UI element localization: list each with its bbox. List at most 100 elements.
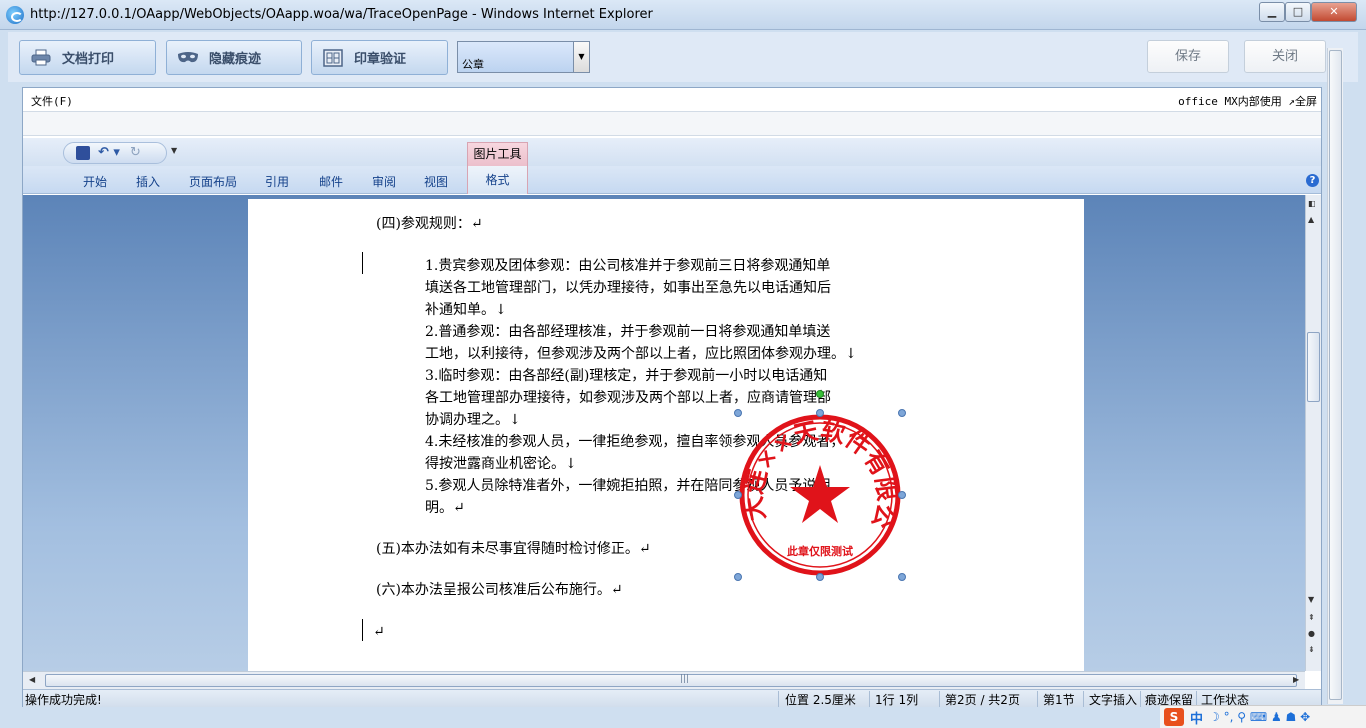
horizontal-scroll-thumb[interactable]: ||| [45,674,1297,687]
printer-icon [30,49,52,67]
tab-home[interactable]: 开始 [83,173,107,190]
print-document-label: 文档打印 [62,52,115,67]
help-icon[interactable]: ? [1306,174,1319,187]
scroll-down-arrow-icon[interactable]: ▼ [1308,595,1314,604]
list-line: 1.贵宾参观及团体参观：由公司核准并于参观前三日将参观通知单 [425,258,831,274]
save-disk-icon[interactable] [76,146,90,160]
status-insert-mode: 文字插入 [1089,693,1138,707]
dropdown-arrow-icon[interactable]: ▼ [573,42,589,72]
resize-handle[interactable] [734,409,742,417]
ribbon-title-strip: ↶ ▾ ↻ ▼ 图片工具 [23,138,1321,166]
office-frame: 文件(F) office MX内部使用 ↗全屏 ↶ ▾ ↻ ▼ 图片工具 开始 … [22,87,1322,707]
list-line: 2.普通参观：由各部经理核准，并于参观前一日将参观通知单填送 [425,324,831,340]
fullscreen-button[interactable]: ↗全屏 [1288,95,1317,108]
status-separator [1140,691,1141,707]
window-title: http://127.0.0.1/OAapp/WebObjects/OAapp.… [30,7,653,22]
seal-icon [322,48,344,67]
window-scroll-thumb[interactable] [1329,50,1342,700]
list-line: 协调办理之。↓ [425,412,521,428]
status-line-col: 1行 1列 [875,693,919,707]
close-button[interactable]: 关闭 [1244,40,1326,73]
status-separator [869,691,870,707]
scroll-right-arrow-icon[interactable]: ▶ [1293,675,1299,684]
tab-insert[interactable]: 插入 [136,173,160,190]
tab-view[interactable]: 视图 [424,173,448,190]
scroll-up-arrow-icon[interactable]: ▲ [1308,215,1314,224]
hide-trace-label: 隐藏痕迹 [209,52,262,67]
document-vertical-scrollbar[interactable]: ◧ ▲ ▼ ⇞ ● ⇟ [1305,195,1321,671]
rotate-handle[interactable] [816,390,824,398]
vertical-scroll-thumb[interactable] [1307,332,1320,402]
file-menu[interactable]: 文件(F) [31,93,73,109]
print-document-button[interactable]: 文档打印 [19,40,156,75]
status-separator [778,691,779,707]
heading-amend: (五)本办法如有未尽事宜得随时检讨修正。↵ [376,541,651,557]
status-separator [939,691,940,707]
seal-verify-label: 印章验证 [354,52,407,67]
list-line: 填送各工地管理部门，以凭办理接待，如事出至急先以电话通知后 [425,280,831,296]
office-blank-bar [23,112,1321,136]
status-page: 第2页 / 共2页 [945,693,1020,707]
ime-language-toggle[interactable]: 中 [1190,708,1203,727]
prev-page-icon[interactable]: ⇞ [1308,613,1315,622]
document-page[interactable]: (四)参观规则：↵ 1.贵宾参观及团体参观：由公司核准并于参观前三日将参观通知单… [248,199,1084,671]
hide-trace-button[interactable]: 隐藏痕迹 [166,40,302,75]
next-page-icon[interactable]: ⇟ [1308,645,1315,654]
tab-format[interactable]: 格式 [467,166,528,194]
qat-customize-icon[interactable]: ▼ [171,146,177,155]
seal-type-select[interactable]: 公章 ▼ [457,41,590,73]
resize-handle[interactable] [898,573,906,581]
browse-object-icon[interactable]: ● [1308,629,1315,638]
text-cursor [362,252,363,274]
resize-handle[interactable] [734,491,742,499]
close-window-button[interactable]: ✕ [1311,2,1357,22]
picture-tools-header: 图片工具 [467,142,528,166]
window-titlebar: http://127.0.0.1/OAapp/WebObjects/OAapp.… [0,0,1366,30]
list-line: 3.临时参观：由各部经(副)理核定，并于参观前一小时以电话通知 [425,368,828,384]
office-info: office MX内部使用 ↗全屏 [1178,93,1317,109]
app-toolbar: 文档打印 隐藏痕迹 印章验证 公章 ▼ 保存 关闭 [8,32,1358,82]
resize-handle[interactable] [816,573,824,581]
document-workspace: (四)参观规则：↵ 1.贵宾参观及团体参观：由公司核准并于参观前三日将参观通知单… [23,195,1305,671]
status-message: 操作成功完成! [25,693,102,707]
scroll-grip-icon: ||| [680,674,690,684]
tab-review[interactable]: 审阅 [372,173,396,190]
document-horizontal-scrollbar[interactable]: ◀ ||| ▶ [23,671,1305,689]
sogou-logo-icon[interactable]: S [1164,708,1184,726]
redo-icon[interactable]: ↻ [130,145,141,160]
maximize-button[interactable]: □ [1285,2,1311,22]
window-vertical-scrollbar[interactable] [1327,48,1343,704]
list-line: 得按泄露商业机密论。↓ [425,456,577,472]
save-button[interactable]: 保存 [1147,40,1229,73]
list-line: 工地，以利接待，但参观涉及两个部以上者，应比照团体参观办理。↓ [425,346,857,362]
paragraph-cursor [362,619,363,641]
undo-icon[interactable]: ↶ ▾ [98,145,120,160]
status-section: 第1节 [1043,693,1075,707]
office-internal-label: office MX内部使用 [1178,95,1282,108]
tab-mailings[interactable]: 邮件 [319,173,343,190]
resize-handle[interactable] [898,491,906,499]
resize-handle[interactable] [734,573,742,581]
ime-tool-icons[interactable]: ☽ °, ⚲ ⌨ ♟ ☗ ✥ [1209,710,1310,724]
status-separator [1083,691,1084,707]
ribbon-tabs: 开始 插入 页面布局 引用 邮件 审阅 视图 格式 ? [23,166,1321,194]
company-seal-image[interactable]: 大连××天软件有限公司 此章仅限测试 [726,390,906,581]
ruler-toggle-icon[interactable]: ◧ [1308,199,1316,208]
quick-access-toolbar: ↶ ▾ ↻ [63,142,167,164]
tab-page-layout[interactable]: 页面布局 [189,173,237,190]
scroll-left-arrow-icon[interactable]: ◀ [29,675,35,684]
office-menubar: 文件(F) office MX内部使用 ↗全屏 [23,88,1321,112]
mask-icon [177,49,199,67]
resize-handle[interactable] [898,409,906,417]
seal-verify-button[interactable]: 印章验证 [311,40,448,75]
minimize-button[interactable]: ▁ [1259,2,1285,22]
list-line: 各工地管理部办理接待，如参观涉及两个部以上者，应商请管理部 [425,390,831,406]
status-bar: 操作成功完成! 位置 2.5厘米 1行 1列 第2页 / 共2页 第1节 文字插… [23,689,1321,707]
tab-references[interactable]: 引用 [265,173,289,190]
seal-bottom-text: 此章仅限测试 [787,544,853,558]
list-line: 明。↵ [425,500,465,516]
resize-handle[interactable] [816,409,824,417]
status-separator [1037,691,1038,707]
heading-enact: (六)本办法呈报公司核准后公布施行。↵ [376,582,623,598]
empty-paragraph: ↵ [373,624,385,640]
